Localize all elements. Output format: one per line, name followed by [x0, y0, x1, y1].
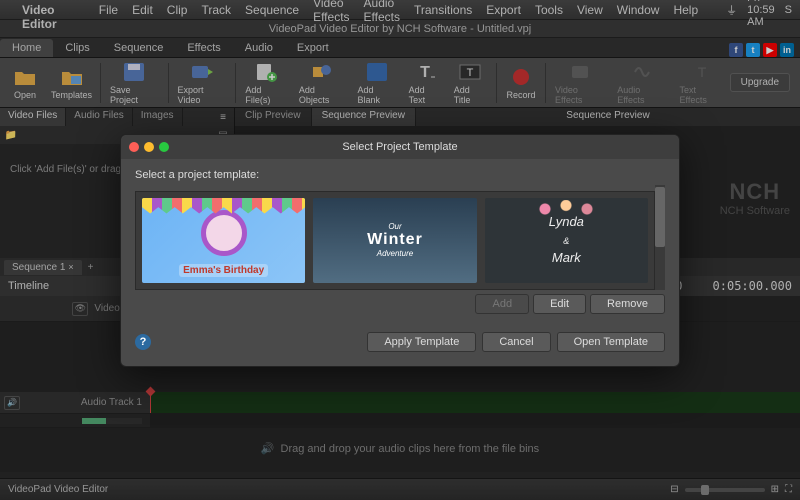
template-card-birthday[interactable]: Emma's Birthday: [142, 198, 305, 283]
remove-template-button[interactable]: Remove: [590, 294, 665, 314]
maximize-icon[interactable]: [159, 142, 169, 152]
open-template-button[interactable]: Open Template: [557, 332, 665, 352]
modal-title: Select Project Template: [129, 141, 671, 153]
select-template-dialog: Select Project Template Select a project…: [120, 134, 680, 367]
minimize-icon[interactable]: [144, 142, 154, 152]
modal-prompt: Select a project template:: [135, 169, 665, 181]
template-strip: Emma's Birthday Our Winter Adventure Lyn…: [135, 191, 655, 290]
add-template-button[interactable]: Add: [475, 294, 529, 314]
modal-overlay: Select Project Template Select a project…: [0, 0, 800, 500]
edit-template-button[interactable]: Edit: [533, 294, 586, 314]
help-icon[interactable]: ?: [135, 334, 151, 350]
template-scrollbar[interactable]: [655, 185, 665, 290]
template-card-winter[interactable]: Our Winter Adventure: [313, 198, 476, 283]
cancel-button[interactable]: Cancel: [482, 332, 550, 352]
apply-template-button[interactable]: Apply Template: [367, 332, 476, 352]
close-icon[interactable]: [129, 142, 139, 152]
template-card-wedding[interactable]: Lynda&Mark: [485, 198, 648, 283]
